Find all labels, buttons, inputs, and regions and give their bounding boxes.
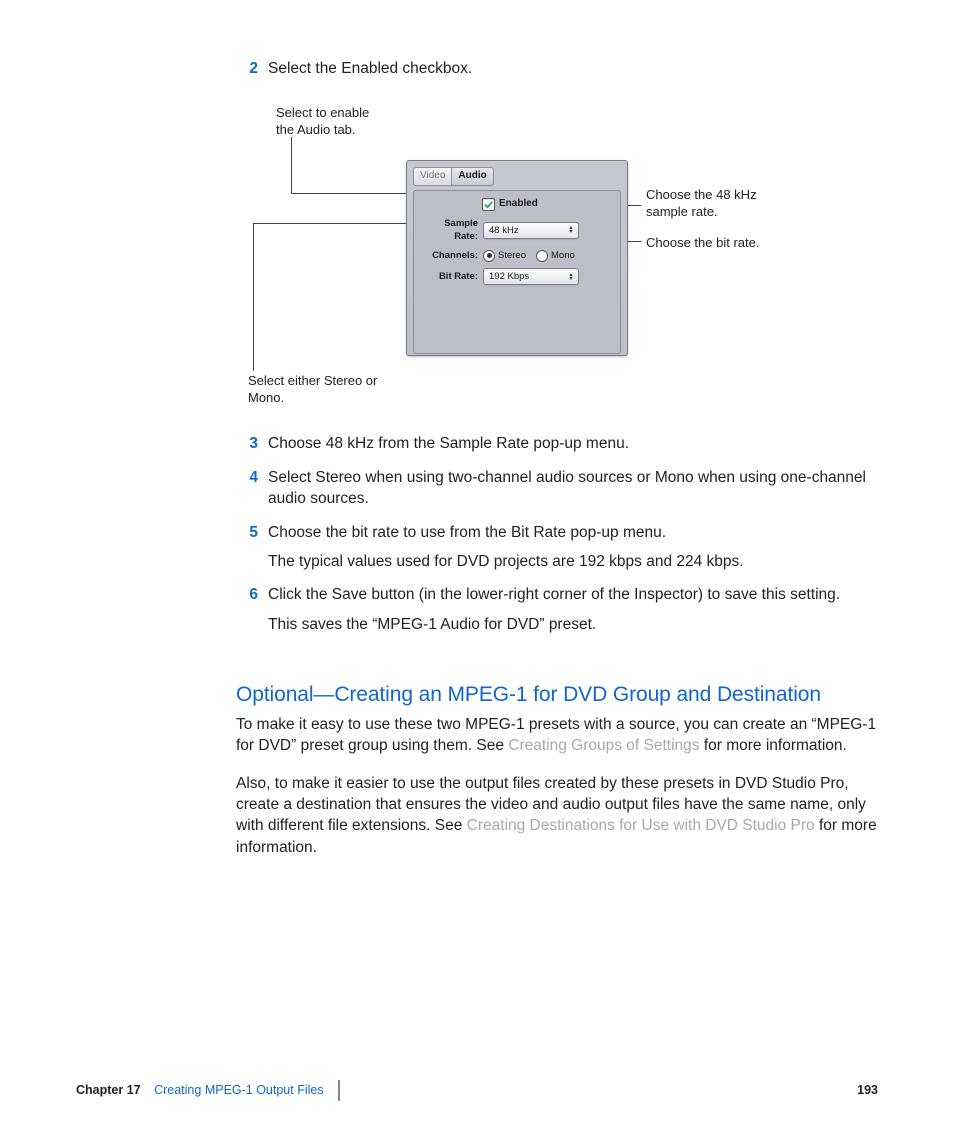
step-3: 3 Choose 48 kHz from the Sample Rate pop… bbox=[236, 433, 878, 462]
link-creating-groups[interactable]: Creating Groups of Settings bbox=[508, 737, 699, 754]
callout-line bbox=[291, 137, 292, 193]
section-heading: Optional—Creating an MPEG-1 for DVD Grou… bbox=[236, 681, 878, 710]
tab-bar: Video Audio bbox=[413, 167, 621, 186]
stereo-label: Stereo bbox=[498, 249, 526, 262]
step-note: The typical values used for DVD projects… bbox=[268, 551, 878, 572]
step-2: 2 Select the Enabled checkbox. bbox=[236, 58, 878, 87]
footer-page-number: 193 bbox=[843, 1080, 878, 1101]
callout-channels: Select either Stereo or Mono. bbox=[248, 373, 378, 406]
sample-rate-label: Sample Rate: bbox=[420, 217, 478, 243]
callout-line bbox=[253, 223, 411, 224]
mono-label: Mono bbox=[551, 249, 575, 262]
check-icon bbox=[484, 200, 493, 209]
step-5: 5 Choose the bit rate to use from the Bi… bbox=[236, 522, 878, 581]
bit-rate-value: 192 Kbps bbox=[489, 270, 529, 283]
callout-sample-rate: Choose the 48 kHz sample rate. bbox=[646, 187, 776, 220]
mono-radio[interactable] bbox=[536, 250, 548, 262]
section-para-1: To make it easy to use these two MPEG-1 … bbox=[236, 714, 878, 757]
step-text: Choose 48 kHz from the Sample Rate pop-u… bbox=[268, 433, 878, 454]
bit-rate-popup[interactable]: 192 Kbps ▴▾ bbox=[483, 268, 579, 285]
section-para-2: Also, to make it easier to use the outpu… bbox=[236, 773, 878, 859]
audio-tab-figure: Select to enable the Audio tab. Choose t… bbox=[236, 105, 878, 405]
bit-rate-label: Bit Rate: bbox=[420, 270, 478, 283]
step-text: Select Stereo when using two-channel aud… bbox=[268, 467, 878, 510]
stereo-radio[interactable] bbox=[483, 250, 495, 262]
sample-rate-popup[interactable]: 48 kHz ▴▾ bbox=[483, 222, 579, 239]
para-text: for more information. bbox=[700, 737, 847, 754]
step-text: Click the Save button (in the lower-righ… bbox=[268, 584, 878, 605]
step-note: This saves the “MPEG-1 Audio for DVD” pr… bbox=[268, 614, 878, 635]
link-creating-destinations[interactable]: Creating Destinations for Use with DVD S… bbox=[467, 817, 815, 834]
step-text: Select the Enabled checkbox. bbox=[268, 58, 878, 79]
channels-label: Channels: bbox=[420, 249, 478, 262]
step-text: Choose the bit rate to use from the Bit … bbox=[268, 522, 878, 543]
page-footer: Chapter 17 Creating MPEG-1 Output Files … bbox=[0, 1080, 954, 1101]
step-6: 6 Click the Save button (in the lower-ri… bbox=[236, 584, 878, 643]
step-number: 6 bbox=[236, 584, 258, 643]
tab-audio[interactable]: Audio bbox=[452, 167, 493, 186]
callout-bit-rate: Choose the bit rate. bbox=[646, 235, 786, 251]
callout-enable-audio: Select to enable the Audio tab. bbox=[276, 105, 386, 138]
tab-body: Enabled Sample Rate: 48 kHz ▴▾ Channels:… bbox=[413, 190, 621, 354]
step-number: 5 bbox=[236, 522, 258, 581]
step-number: 3 bbox=[236, 433, 258, 462]
sample-rate-value: 48 kHz bbox=[489, 224, 519, 237]
audio-tab-panel: Video Audio Enabled Sample Rate: 48 kHz … bbox=[406, 160, 628, 356]
popup-arrows-icon: ▴▾ bbox=[567, 273, 575, 281]
enabled-label: Enabled bbox=[499, 197, 538, 211]
step-number: 2 bbox=[236, 58, 258, 87]
footer-title: Creating MPEG-1 Output Files bbox=[154, 1083, 324, 1097]
tab-video[interactable]: Video bbox=[413, 167, 452, 186]
footer-chapter: Chapter 17 bbox=[76, 1083, 141, 1097]
step-number: 4 bbox=[236, 467, 258, 518]
enabled-checkbox[interactable] bbox=[482, 198, 495, 211]
step-4: 4 Select Stereo when using two-channel a… bbox=[236, 467, 878, 518]
callout-line bbox=[253, 223, 254, 371]
popup-arrows-icon: ▴▾ bbox=[567, 226, 575, 234]
